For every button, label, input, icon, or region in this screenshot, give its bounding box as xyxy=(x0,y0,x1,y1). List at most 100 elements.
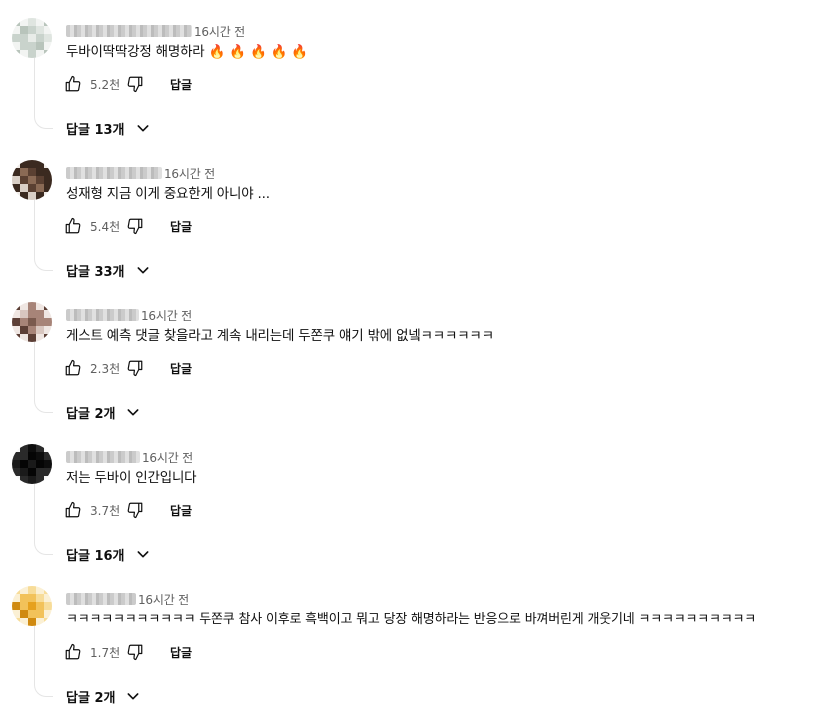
thumbs-up-icon[interactable] xyxy=(64,217,82,235)
avatar[interactable] xyxy=(12,18,52,58)
comment-thread: 16시간 전 두바이딱딱강정 해명하라 🔥 🔥 🔥 🔥 🔥 5.2천 답글 답글… xyxy=(0,0,836,142)
comment-header: 16시간 전 xyxy=(66,164,215,182)
avatar-pixel xyxy=(44,452,52,460)
view-replies-button[interactable]: 답글 13개 xyxy=(66,118,151,138)
comment-actions: 3.7천 답글 xyxy=(64,498,192,522)
comment-time[interactable]: 16시간 전 xyxy=(142,449,193,466)
avatar-pixel xyxy=(28,460,36,468)
avatar-pixel xyxy=(28,184,36,192)
avatar[interactable] xyxy=(12,302,52,342)
avatar-pixel xyxy=(20,192,28,200)
comment-text: 저는 두바이 인간입니다 xyxy=(66,470,197,486)
avatar-pixel xyxy=(28,586,36,594)
avatar-pixel xyxy=(44,476,52,484)
author-name-blurred[interactable] xyxy=(66,167,162,179)
thumbs-down-icon[interactable] xyxy=(126,643,144,661)
avatar-pixel xyxy=(20,168,28,176)
avatar-pixel xyxy=(28,476,36,484)
thread-connector-line xyxy=(34,194,53,271)
avatar[interactable] xyxy=(12,586,52,626)
reply-button[interactable]: 답글 xyxy=(170,76,192,93)
comment-text: 게스트 예측 댓글 찾을라고 계속 내리는데 두쫀쿠 얘기 밖에 없넼ㅋㅋㅋㅋㅋ… xyxy=(66,328,494,344)
thumbs-down-icon[interactable] xyxy=(126,217,144,235)
avatar-pixel xyxy=(20,160,28,168)
avatar-pixel xyxy=(12,452,20,460)
thumbs-down-icon[interactable] xyxy=(126,75,144,93)
reply-button[interactable]: 답글 xyxy=(170,644,192,661)
avatar-pixel xyxy=(20,184,28,192)
avatar-pixel xyxy=(20,326,28,334)
avatar-pixel xyxy=(28,50,36,58)
avatar-pixel xyxy=(36,602,44,610)
thumbs-up-icon[interactable] xyxy=(64,359,82,377)
avatar-pixel xyxy=(28,326,36,334)
thread-connector-line xyxy=(34,620,53,697)
thumbs-down-icon[interactable] xyxy=(126,501,144,519)
avatar-pixel xyxy=(12,310,20,318)
avatar-pixel xyxy=(12,318,20,326)
replies-count-label: 답글 33개 xyxy=(66,264,125,280)
reply-button[interactable]: 답글 xyxy=(170,502,192,519)
avatar-pixel xyxy=(36,460,44,468)
comment-text: 성재형 지금 이게 중요한게 아니야 ... xyxy=(66,186,270,202)
avatar-pixel xyxy=(44,50,52,58)
avatar-pixel xyxy=(36,184,44,192)
avatar[interactable] xyxy=(12,160,52,200)
author-name-blurred[interactable] xyxy=(66,25,192,37)
comment-time[interactable]: 16시간 전 xyxy=(194,23,245,40)
view-replies-button[interactable]: 답글 2개 xyxy=(66,402,141,422)
avatar-pixel xyxy=(44,610,52,618)
chevron-down-icon xyxy=(125,688,141,704)
comment-thread: 16시간 전 ㅋㅋㅋㅋㅋㅋㅋㅋㅋㅋㅋ 두쫀쿠 참사 이후로 흑백이고 뭐고 당장… xyxy=(0,568,836,710)
comment-text: 두바이딱딱강정 해명하라 🔥 🔥 🔥 🔥 🔥 xyxy=(66,44,309,60)
avatar-pixel xyxy=(28,18,36,26)
view-replies-button[interactable]: 답글 2개 xyxy=(66,686,141,706)
avatar-pixel xyxy=(44,42,52,50)
comment-actions: 2.3천 답글 xyxy=(64,356,192,380)
comment-time[interactable]: 16시간 전 xyxy=(138,591,189,608)
avatar-pixel xyxy=(20,26,28,34)
reply-button[interactable]: 답글 xyxy=(170,360,192,377)
comment-actions: 5.2천 답글 xyxy=(64,72,192,96)
avatar-pixel xyxy=(28,618,36,626)
avatar-pixel xyxy=(12,50,20,58)
avatar-pixel xyxy=(36,302,44,310)
author-name-blurred[interactable] xyxy=(66,593,136,605)
avatar-pixel xyxy=(12,594,20,602)
avatar-pixel xyxy=(36,18,44,26)
thumbs-down-icon[interactable] xyxy=(126,359,144,377)
comment-time[interactable]: 16시간 전 xyxy=(164,165,215,182)
avatar-pixel xyxy=(44,184,52,192)
avatar-pixel xyxy=(28,42,36,50)
avatar-pixel xyxy=(12,586,20,594)
like-count: 1.7천 xyxy=(90,645,121,660)
thumbs-up-icon[interactable] xyxy=(64,75,82,93)
thumbs-up-icon[interactable] xyxy=(64,643,82,661)
author-name-blurred[interactable] xyxy=(66,309,139,321)
avatar-pixel xyxy=(44,444,52,452)
reply-button[interactable]: 답글 xyxy=(170,218,192,235)
avatar-pixel xyxy=(44,594,52,602)
comment-header: 16시간 전 xyxy=(66,22,245,40)
like-count: 5.4천 xyxy=(90,219,121,234)
avatar-pixel xyxy=(36,618,44,626)
avatar-pixel xyxy=(12,184,20,192)
view-replies-button[interactable]: 답글 33개 xyxy=(66,260,151,280)
avatar-pixel xyxy=(12,476,20,484)
avatar-pixel xyxy=(12,460,20,468)
comment-time[interactable]: 16시간 전 xyxy=(141,307,192,324)
avatar-pixel xyxy=(20,452,28,460)
replies-count-label: 답글 16개 xyxy=(66,548,125,564)
avatar[interactable] xyxy=(12,444,52,484)
avatar-pixel xyxy=(20,602,28,610)
author-name-blurred[interactable] xyxy=(66,451,140,463)
comment-text: ㅋㅋㅋㅋㅋㅋㅋㅋㅋㅋㅋ 두쫀쿠 참사 이후로 흑백이고 뭐고 당장 해명하라는 … xyxy=(66,612,757,627)
view-replies-button[interactable]: 답글 16개 xyxy=(66,544,151,564)
avatar-pixel xyxy=(12,26,20,34)
avatar-pixel xyxy=(12,444,20,452)
replies-count-label: 답글 2개 xyxy=(66,690,116,706)
avatar-pixel xyxy=(12,18,20,26)
avatar-pixel xyxy=(28,594,36,602)
avatar-pixel xyxy=(20,586,28,594)
thumbs-up-icon[interactable] xyxy=(64,501,82,519)
